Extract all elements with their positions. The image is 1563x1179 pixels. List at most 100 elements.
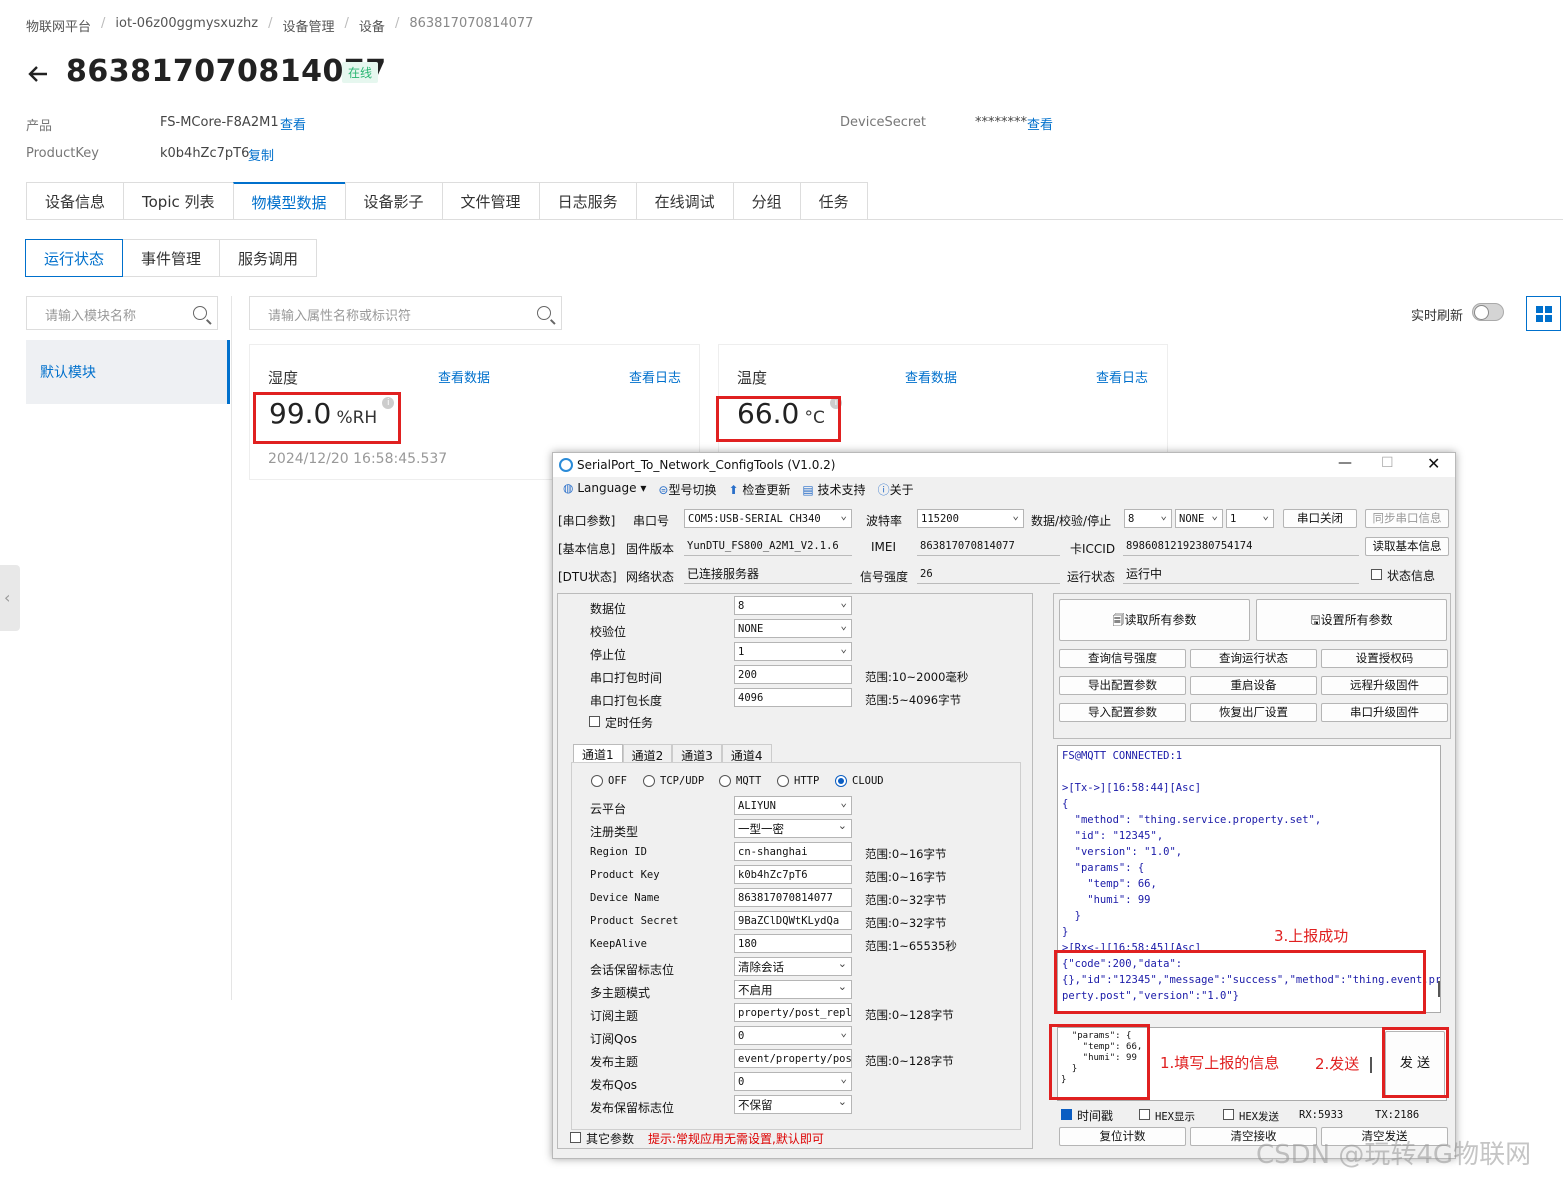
tech-support-menu[interactable]: ▤ 技术支持	[802, 481, 865, 498]
breadcrumb-item[interactable]: 设备	[359, 16, 385, 35]
databits-select[interactable]: 8	[1124, 509, 1172, 528]
highlight-box	[253, 392, 401, 444]
module-item-default[interactable]: 默认模块	[26, 340, 230, 404]
subtab-event-management[interactable]: 事件管理	[122, 239, 221, 277]
cloud-param-select[interactable]: 清除会话	[734, 957, 852, 976]
protocol-radio-off[interactable]	[591, 775, 603, 787]
port-select[interactable]: COM5:USB-SERIAL CH340	[684, 509, 852, 528]
timer-task-checkbox[interactable]	[589, 716, 600, 727]
sync-port-button[interactable]: 同步串口信息	[1365, 509, 1449, 528]
cloud-param-input[interactable]: cn-shanghai	[734, 842, 852, 861]
cloud-param-input[interactable]: property/post_reply	[734, 1003, 852, 1022]
cloud-param-select[interactable]: 不保留	[734, 1095, 852, 1114]
protocol-radio-mqtt[interactable]	[719, 775, 731, 787]
tab-task[interactable]: 任务	[799, 182, 868, 220]
breadcrumb-item[interactable]: 物联网平台	[26, 16, 91, 35]
tab-file-management[interactable]: 文件管理	[441, 182, 539, 220]
protocol-radio-cloud[interactable]	[835, 775, 847, 787]
timestamp-checkbox[interactable]	[1061, 1109, 1072, 1120]
property-search-input[interactable]: 请输入属性名称或标识符	[249, 296, 562, 330]
other-params-checkbox[interactable]	[570, 1132, 581, 1143]
devicesecret-view-link[interactable]: 查看	[1027, 114, 1053, 133]
hex-send-checkbox[interactable]	[1223, 1109, 1234, 1120]
language-menu[interactable]: ◍ Language ▾	[563, 481, 646, 498]
cloud-param-input[interactable]: 180	[734, 934, 852, 953]
tab-model-data[interactable]: 物模型数据	[232, 182, 345, 220]
read-all-params-button[interactable]: 🗐读取所有参数	[1059, 599, 1250, 641]
cloud-param-select[interactable]: ALIYUN	[734, 796, 852, 815]
subtab-running-state[interactable]: 运行状态	[25, 239, 124, 277]
cloud-param-input[interactable]: k0b4hZc7pT6	[734, 865, 852, 884]
minimize-icon[interactable]: —	[1338, 455, 1352, 471]
state-info-checkbox[interactable]	[1371, 569, 1382, 580]
serial-param-select[interactable]: 1	[734, 642, 852, 661]
log-scrollbar[interactable]	[1438, 981, 1440, 997]
tab-online-debug[interactable]: 在线调试	[635, 182, 733, 220]
range-hint: 范围:10~2000毫秒	[865, 670, 969, 684]
maximize-icon[interactable]: ☐	[1381, 455, 1394, 471]
cloud-param-input[interactable]: 863817070814077	[734, 888, 852, 907]
back-arrow-icon[interactable]	[26, 62, 50, 86]
about-menu[interactable]: ⓘ关于	[878, 481, 914, 498]
protocol-radio-http[interactable]	[777, 775, 789, 787]
factory-reset-button[interactable]: 恢复出厂设置	[1190, 703, 1317, 722]
tab-log-service[interactable]: 日志服务	[538, 182, 636, 220]
send-scrollbar[interactable]	[1370, 1057, 1372, 1073]
set-all-params-button[interactable]: 🖫设置所有参数	[1256, 599, 1447, 641]
tab-topic-list[interactable]: Topic 列表	[123, 182, 233, 220]
cloud-param-select[interactable]: 不启用	[734, 980, 852, 999]
view-data-link[interactable]: 查看数据	[905, 367, 957, 386]
rx-count: RX:5933	[1299, 1109, 1344, 1121]
serial-upgrade-button[interactable]: 串口升级固件	[1321, 703, 1448, 722]
tab-device-info[interactable]: 设备信息	[26, 182, 124, 220]
read-basic-info-button[interactable]: 读取基本信息	[1365, 537, 1449, 556]
cloud-param-select[interactable]: 0	[734, 1026, 852, 1045]
cloud-param-select[interactable]: 一型一密	[734, 819, 852, 838]
tab-device-shadow[interactable]: 设备影子	[344, 182, 442, 220]
cloud-param-input[interactable]: event/property/post	[734, 1049, 852, 1068]
collapse-handle[interactable]: ‹	[0, 565, 20, 631]
view-log-link[interactable]: 查看日志	[1096, 367, 1148, 386]
serial-param-select[interactable]: NONE	[734, 619, 852, 638]
breadcrumb-item[interactable]: iot-06z00ggmysxuzhz	[115, 16, 258, 35]
close-icon[interactable]: ✕	[1427, 454, 1440, 473]
hex-show-checkbox[interactable]	[1139, 1109, 1150, 1120]
cloud-param-select[interactable]: 0	[734, 1072, 852, 1091]
tab-group[interactable]: 分组	[732, 182, 800, 220]
protocol-radio-tcp-udp[interactable]	[643, 775, 655, 787]
reset-count-button[interactable]: 复位计数	[1059, 1127, 1186, 1146]
module-search-input[interactable]: 请输入模块名称	[26, 296, 218, 330]
breadcrumb-item[interactable]: 设备管理	[283, 16, 335, 35]
stopbits-select[interactable]: 1	[1226, 509, 1274, 528]
baud-select[interactable]: 115200	[917, 509, 1024, 528]
set-auth-code-button[interactable]: 设置授权码	[1321, 649, 1448, 668]
model-switch-menu[interactable]: ⊜型号切换	[658, 481, 716, 498]
serial-param-select[interactable]: 8	[734, 596, 852, 615]
view-log-link[interactable]: 查看日志	[629, 367, 681, 386]
check-update-menu[interactable]: ⬆ 检查更新	[728, 481, 790, 498]
realtime-refresh-toggle[interactable]	[1472, 303, 1504, 321]
tab-channel-1[interactable]: 通道1	[573, 744, 623, 764]
tab-channel-4[interactable]: 通道4	[721, 744, 772, 764]
remote-upgrade-button[interactable]: 远程升级固件	[1321, 676, 1448, 695]
cloud-param-input[interactable]: 9BaZClDQWtKLydQa	[734, 911, 852, 930]
highlight-box	[1054, 950, 1426, 1014]
export-config-button[interactable]: 导出配置参数	[1059, 676, 1186, 695]
serial-param-input[interactable]: 200	[734, 665, 852, 684]
subtab-service-call[interactable]: 服务调用	[219, 239, 318, 277]
productkey-copy-link[interactable]: 复制	[248, 145, 274, 164]
grid-view-icon[interactable]	[1526, 296, 1561, 331]
product-view-link[interactable]: 查看	[280, 114, 306, 133]
tab-channel-3[interactable]: 通道3	[672, 744, 722, 764]
restart-device-button[interactable]: 重启设备	[1190, 676, 1317, 695]
query-signal-button[interactable]: 查询信号强度	[1059, 649, 1186, 668]
parity-select[interactable]: NONE	[1175, 509, 1223, 528]
tab-channel-2[interactable]: 通道2	[622, 744, 673, 764]
highlight-box	[716, 396, 841, 442]
serial-param-input[interactable]: 4096	[734, 688, 852, 707]
protocol-label: TCP/UDP	[660, 775, 705, 787]
query-run-state-button[interactable]: 查询运行状态	[1190, 649, 1317, 668]
view-data-link[interactable]: 查看数据	[438, 367, 490, 386]
import-config-button[interactable]: 导入配置参数	[1059, 703, 1186, 722]
close-port-button[interactable]: 串口关闭	[1283, 509, 1357, 528]
